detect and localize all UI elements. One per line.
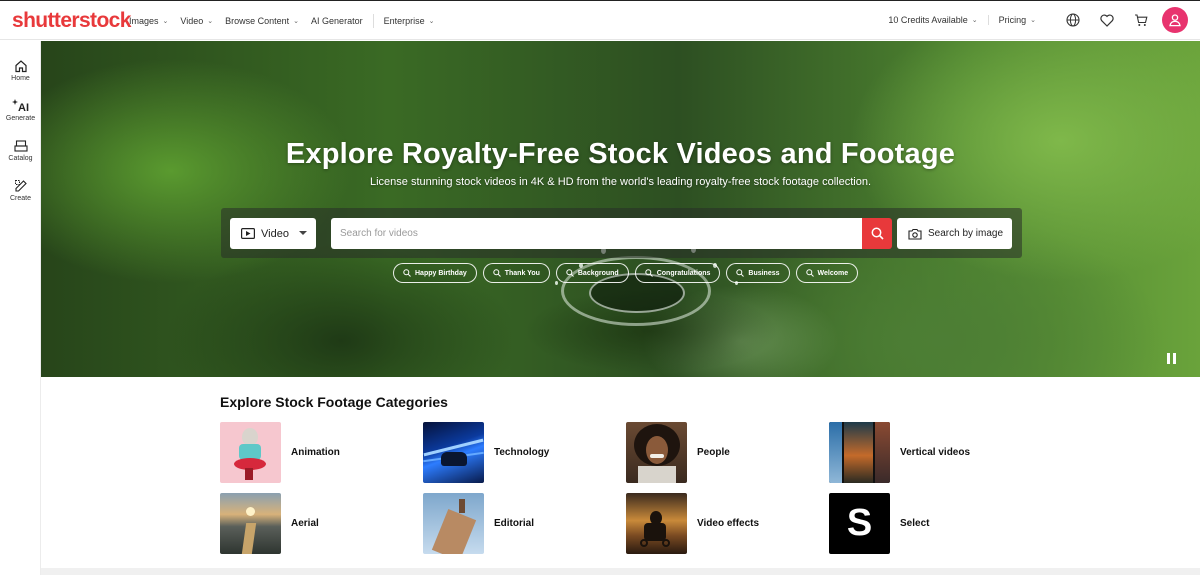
video-effects-thumbnail [626, 493, 687, 554]
category-people[interactable]: People [626, 422, 730, 483]
category-vertical-videos[interactable]: Vertical videos [829, 422, 970, 483]
category-animation[interactable]: Animation [220, 422, 340, 483]
main-nav: Images ⌄ Video ⌄ Browse Content ⌄ AI Genera… [129, 14, 446, 28]
category-select[interactable]: S Select [829, 493, 929, 554]
search-by-image-button[interactable]: Search by image [897, 218, 1012, 249]
top-navigation-bar: shutterstock Images ⌄ Video ⌄ Browse Conte… [0, 0, 1200, 40]
search-input[interactable] [331, 218, 863, 249]
rail-item-home[interactable]: Home [0, 59, 41, 82]
nav-divider [372, 14, 374, 28]
search-icon [566, 269, 574, 277]
people-thumbnail [626, 422, 687, 483]
hero-banner: Explore Royalty-Free Stock Videos and Fo… [41, 41, 1200, 377]
header-tools: 10 Credits Available ⌄ Pricing ⌄ [888, 7, 1188, 33]
left-rail: Home AI Generate Catalog Create [0, 41, 41, 575]
categories-heading: Explore Stock Footage Categories [220, 394, 448, 410]
pricing-dropdown[interactable]: Pricing ⌄ [987, 15, 1036, 25]
video-icon [241, 228, 255, 239]
chip-business[interactable]: Business [726, 263, 790, 283]
pause-icon [1173, 353, 1176, 364]
globe-icon[interactable] [1064, 11, 1082, 29]
credits-dropdown[interactable]: 10 Credits Available ⌄ [888, 15, 977, 25]
hero-title: Explore Royalty-Free Stock Videos and Fo… [285, 138, 956, 170]
footer-divider [41, 568, 1200, 575]
category-editorial[interactable]: Editorial [423, 493, 534, 554]
create-icon [14, 180, 27, 192]
media-type-select[interactable]: Video [230, 218, 316, 249]
heart-icon[interactable] [1098, 11, 1116, 29]
category-video-effects[interactable]: Video effects [626, 493, 759, 554]
search-icon [871, 227, 884, 240]
rail-item-generate[interactable]: AI Generate [0, 98, 41, 122]
search-icon [736, 269, 745, 277]
rail-item-create[interactable]: Create [0, 179, 41, 202]
chip-background[interactable]: Background [555, 263, 629, 283]
vertical-videos-thumbnail [829, 422, 890, 483]
pause-video-button[interactable] [1166, 353, 1178, 365]
nav-ai-generator[interactable]: AI Generator [311, 16, 363, 26]
rail-item-catalog[interactable]: Catalog [0, 139, 41, 162]
select-logo-icon: S [846, 502, 873, 544]
hero-subtitle: License stunning stock videos in 4K & HD… [369, 176, 871, 188]
nav-video[interactable]: Video ⌄ [180, 16, 213, 26]
chevron-down-icon: ⌄ [428, 18, 435, 25]
chip-welcome[interactable]: Welcome [795, 263, 859, 283]
shutterstock-logo[interactable]: shutterstock [12, 9, 131, 33]
search-icon [805, 269, 814, 277]
chevron-down-icon: ⌄ [293, 18, 300, 25]
nav-images[interactable]: Images ⌄ [129, 16, 168, 26]
chip-congratulations[interactable]: Congratulations [634, 263, 721, 283]
caret-down-icon [299, 231, 307, 235]
cart-icon[interactable] [1132, 11, 1150, 29]
chip-thank-you[interactable]: Thank You [482, 263, 550, 283]
suggestion-chips: Happy Birthday Thank You Background Cong… [393, 263, 864, 283]
home-icon [14, 60, 27, 73]
search-icon [403, 269, 411, 277]
svg-text:AI: AI [18, 102, 29, 113]
aerial-thumbnail [220, 493, 281, 554]
search-bar: Video Search by image [221, 208, 1022, 258]
animation-thumbnail [220, 422, 281, 483]
ai-generate-icon: AI [11, 99, 29, 113]
category-aerial[interactable]: Aerial [220, 493, 319, 554]
search-icon [645, 269, 653, 277]
chevron-down-icon: ⌄ [1030, 17, 1036, 24]
search-icon [493, 269, 501, 277]
chip-happy-birthday[interactable]: Happy Birthday [393, 263, 477, 283]
nav-browse-content[interactable]: Browse Content ⌄ [225, 16, 299, 26]
chevron-down-icon: ⌄ [971, 17, 978, 24]
chevron-down-icon: ⌄ [207, 18, 214, 25]
select-thumbnail: S [829, 493, 890, 554]
technology-thumbnail [423, 422, 484, 483]
search-button[interactable] [862, 218, 892, 249]
chevron-down-icon: ⌄ [162, 18, 169, 25]
catalog-icon [13, 140, 28, 152]
editorial-thumbnail [423, 493, 484, 554]
nav-enterprise[interactable]: Enterprise ⌄ [384, 16, 435, 26]
category-technology[interactable]: Technology [423, 422, 549, 483]
pause-icon [1167, 353, 1170, 364]
user-avatar-icon[interactable] [1162, 7, 1188, 33]
camera-icon [908, 228, 922, 240]
